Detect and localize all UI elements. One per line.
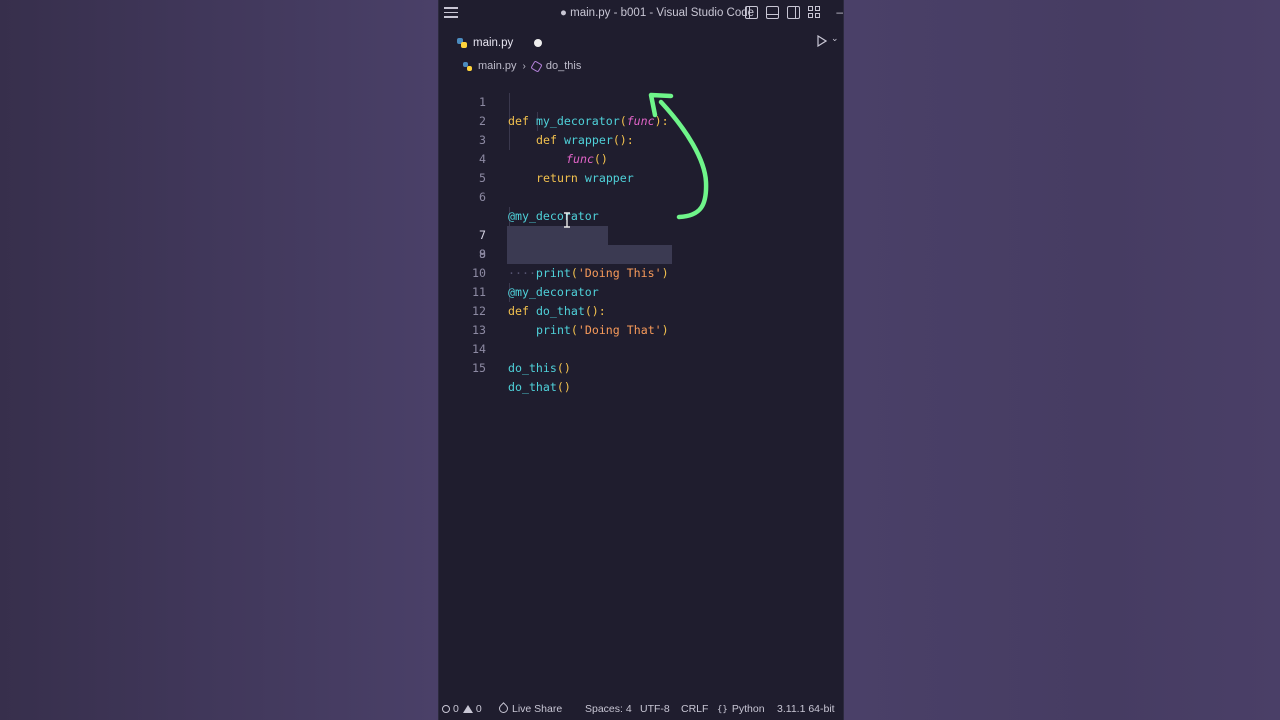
chevron-down-icon[interactable]: ⌄: [831, 33, 839, 44]
tab-main-py[interactable]: main.py: [445, 28, 549, 56]
code-line: 4 return wrapper: [439, 131, 843, 185]
breadcrumb-symbol[interactable]: do_this: [546, 60, 581, 72]
toggle-secondary-sidebar-icon[interactable]: [787, 6, 800, 19]
code-line: 6 @my_decorator: [439, 169, 843, 223]
indentation-status[interactable]: Spaces: 4: [585, 703, 632, 715]
python-file-icon: [463, 61, 472, 71]
title-bar: ● main.py - b001 - Visual Studio Code –: [439, 0, 843, 28]
code-line: 3 func(): [439, 112, 843, 166]
problems-status[interactable]: 00: [442, 703, 482, 715]
code-line: 15 do_that(): [439, 340, 843, 394]
live-share-icon: [497, 702, 510, 715]
code-line: 14 do_this(): [439, 321, 843, 375]
language-mode[interactable]: {} Python: [717, 703, 765, 715]
toggle-primary-sidebar-icon[interactable]: [745, 6, 758, 19]
python-file-icon: [457, 37, 467, 48]
live-share-button[interactable]: Live Share: [497, 702, 563, 715]
live-share-label: Live Share: [512, 703, 563, 715]
error-icon: [442, 705, 450, 713]
language-braces-icon: {}: [717, 705, 728, 715]
code-line: 9: [439, 226, 843, 261]
code-line: 10 @my_decorator: [439, 245, 843, 299]
background-right: [842, 0, 1280, 720]
code-line: 13: [439, 302, 843, 337]
token-punct: (): [556, 380, 571, 394]
status-bar: 00 Live Share Spaces: 4 UTF-8 CRLF {} Pyt…: [439, 698, 843, 720]
background-left: [0, 0, 438, 720]
symbol-method-icon: [530, 59, 543, 73]
code-editor[interactable]: 1 def my_decorator(func): 2 def wrapper(…: [439, 74, 843, 394]
text-cursor-icon: [564, 212, 570, 228]
tab-label: main.py: [473, 36, 514, 49]
error-count: 0: [453, 703, 459, 715]
interpreter-status[interactable]: 3.11.1 64-bit: [777, 703, 835, 715]
token-function: do_this: [508, 361, 557, 375]
layout-controls: [745, 6, 821, 19]
code-line-selected: 8 ····print('Doing This'): [439, 207, 843, 280]
code-line: 12 print('Doing That'): [439, 283, 843, 337]
warning-count: 0: [475, 703, 482, 715]
minimize-icon[interactable]: –: [836, 5, 843, 19]
run-icon[interactable]: [817, 35, 827, 47]
breadcrumb-file[interactable]: main.py: [478, 60, 517, 72]
breadcrumb: main.py › do_this: [439, 56, 581, 76]
language-label: Python: [731, 703, 765, 715]
warning-icon: [462, 705, 473, 713]
encoding-status[interactable]: UTF-8: [640, 703, 670, 715]
code-line: 1 def my_decorator(func):: [439, 74, 843, 128]
token-punct: (): [556, 361, 571, 375]
chevron-right-icon: ›: [522, 60, 526, 72]
code-line: 5: [439, 150, 843, 185]
tab-bar: main.py: [439, 28, 843, 56]
window-title: ● main.py - b001 - Visual Studio Code: [560, 7, 755, 19]
vscode-window: ● main.py - b001 - Visual Studio Code – …: [438, 0, 844, 720]
line-number: 15: [472, 361, 486, 375]
unsaved-dot-icon[interactable]: [534, 39, 542, 47]
eol-status[interactable]: CRLF: [681, 703, 708, 715]
toggle-panel-icon[interactable]: [766, 6, 779, 19]
token-function: do_that: [508, 380, 557, 394]
code-line-selected: 7 def do_this():: [439, 188, 843, 261]
customize-layout-icon[interactable]: [808, 6, 821, 19]
code-line: 11 def do_that():: [439, 264, 843, 318]
code-line: 2 def wrapper():: [439, 93, 843, 147]
menu-icon[interactable]: [444, 7, 458, 19]
